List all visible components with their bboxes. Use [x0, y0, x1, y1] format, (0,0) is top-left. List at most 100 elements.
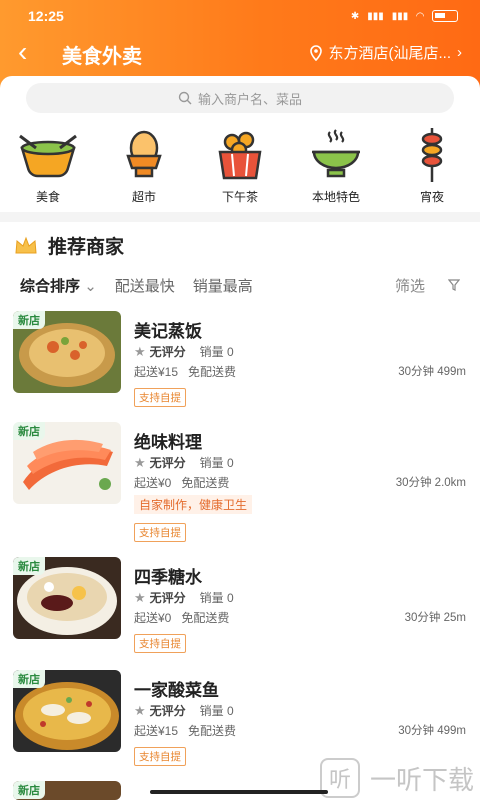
battery-icon	[432, 10, 458, 22]
bluetooth-icon: ✱	[350, 10, 360, 22]
back-arrow-icon[interactable]: ‹	[18, 38, 27, 66]
category-label: 超市	[131, 190, 156, 204]
shop-sales: 销量 0	[199, 591, 234, 605]
pickup-badge: 支持自提	[134, 388, 186, 407]
star-icon: ★	[134, 343, 146, 359]
filter-icon	[448, 279, 460, 291]
crown-icon	[15, 236, 37, 253]
shop-slogan: 自家制作，健康卫生	[134, 495, 253, 514]
pickup-badge: 支持自提	[134, 747, 186, 766]
signal-icon: ▮▮▮	[391, 10, 409, 22]
search-input[interactable]: 输入商户名、菜品	[26, 83, 454, 113]
sort-comprehensive-label: 综合排序	[20, 277, 81, 295]
new-shop-badge: 新店	[13, 670, 45, 688]
pickup-badge: 支持自提	[134, 634, 186, 653]
new-shop-badge: 新店	[13, 422, 45, 440]
new-shop-badge: 新店	[13, 557, 45, 575]
food-bowl-icon	[19, 134, 77, 178]
status-bar: 12:25 ✱ ▮▮▮ ▮▮▮ ◠	[28, 6, 458, 26]
shop-rating: 无评分	[149, 704, 186, 718]
shop-delivery-fee: 免配送费	[181, 476, 230, 490]
category-label: 下午茶	[221, 190, 258, 204]
shop-distance: 30分钟 25m	[404, 612, 466, 624]
category-afternoon-tea[interactable]: 下午茶	[192, 128, 288, 205]
shop-name: 一家酸菜鱼	[134, 681, 219, 700]
steaming-bowl-icon	[312, 129, 360, 178]
shop-min-order: 起送¥0	[134, 611, 172, 625]
home-indicator[interactable]	[150, 790, 328, 794]
shop-delivery-fee: 免配送费	[188, 724, 237, 738]
shop-rating: 无评分	[149, 456, 186, 470]
shop-image: 新店	[13, 781, 121, 800]
status-icons: ✱ ▮▮▮ ▮▮▮ ◠	[351, 10, 458, 22]
shop-rating-row: ★ 无评分 销量 0	[134, 454, 234, 471]
watermark: 听 一听下载	[319, 758, 474, 798]
location-text: 东方酒店(汕尾店...	[328, 45, 452, 62]
sort-fastest[interactable]: 配送最快	[115, 275, 175, 296]
filter-button[interactable]: 筛选	[395, 275, 460, 296]
category-late-night[interactable]: 宵夜	[384, 128, 480, 205]
search-placeholder: 输入商户名、菜品	[197, 91, 302, 107]
signal-icon: ▮▮▮	[367, 10, 384, 22]
new-shop-badge: 新店	[13, 781, 45, 799]
shop-delivery-fee: 免配送费	[188, 365, 237, 379]
egg-cup-icon	[126, 130, 162, 178]
shop-distance: 30分钟 499m	[398, 725, 466, 737]
shop-distance: 30分钟 499m	[398, 366, 466, 378]
category-row: 美食 超市 下午茶 本地特色 宵夜	[0, 128, 480, 205]
sort-best-sales[interactable]: 销量最高	[193, 275, 253, 296]
shop-name: 绝味料理	[134, 433, 202, 452]
skewer-icon	[421, 128, 443, 182]
chevron-right-icon: ›	[457, 44, 462, 61]
shop-rating-row: ★ 无评分 销量 0	[134, 589, 234, 606]
shop-rating: 无评分	[149, 345, 186, 359]
category-label: 美食	[35, 190, 60, 204]
shop-sales: 销量 0	[199, 345, 234, 359]
shop-distance: 30分钟 2.0km	[395, 477, 466, 489]
shop-image: 新店	[13, 557, 121, 639]
recommend-header: 推荐商家	[14, 232, 124, 259]
star-icon: ★	[134, 702, 146, 718]
status-time: 12:25	[28, 8, 64, 24]
page-title: 美食外卖	[62, 46, 142, 68]
shop-min-order: 起送¥15	[134, 365, 179, 379]
shop-delivery-row: 起送¥0 免配送费	[134, 609, 239, 626]
shop-rating-row: ★ 无评分 销量 0	[134, 702, 234, 719]
recommend-title: 推荐商家	[48, 237, 125, 258]
shop-sales: 销量 0	[199, 704, 234, 718]
location-pin-icon	[309, 44, 322, 61]
search-icon	[178, 91, 192, 105]
shop-name: 四季糖水	[134, 568, 202, 587]
shop-image: 新店	[13, 422, 121, 504]
sort-comprehensive[interactable]: 综合排序 ⌄	[20, 275, 97, 296]
watermark-text: 一听下载	[369, 764, 474, 795]
shop-delivery-row: 起送¥0 免配送费	[134, 474, 239, 491]
shop-image: 新店	[13, 670, 121, 752]
category-supermarket[interactable]: 超市	[96, 128, 192, 205]
shop-delivery-fee: 免配送费	[181, 611, 230, 625]
star-icon: ★	[134, 589, 146, 605]
star-icon: ★	[134, 454, 146, 470]
shop-min-order: 起送¥0	[134, 476, 172, 490]
location-selector[interactable]: 东方酒店(汕尾店... ›	[309, 42, 462, 63]
filter-label: 筛选	[394, 277, 425, 295]
shop-min-order: 起送¥15	[134, 724, 179, 738]
category-label: 宵夜	[419, 190, 444, 204]
shop-image: 新店	[13, 311, 121, 393]
shop-delivery-row: 起送¥15 免配送费	[134, 363, 246, 380]
shop-name: 美记蒸饭	[134, 322, 202, 341]
category-label: 本地特色	[311, 190, 360, 204]
sort-bar: 综合排序 ⌄ 配送最快 销量最高 筛选	[20, 274, 460, 296]
chevron-down-icon: ⌄	[84, 277, 97, 295]
shop-rating: 无评分	[149, 591, 186, 605]
wifi-icon: ◠	[416, 10, 424, 22]
new-shop-badge: 新店	[13, 311, 45, 329]
shop-rating-row: ★ 无评分 销量 0	[134, 343, 234, 360]
nav-bar: ‹ 美食外卖 东方酒店(汕尾店... ›	[0, 34, 480, 70]
shop-delivery-row: 起送¥15 免配送费	[134, 722, 246, 739]
category-food[interactable]: 美食	[0, 128, 96, 205]
pickup-badge: 支持自提	[134, 523, 186, 542]
shop-sales: 销量 0	[199, 456, 234, 470]
category-local-specialty[interactable]: 本地特色	[288, 128, 384, 205]
section-divider	[0, 212, 480, 222]
